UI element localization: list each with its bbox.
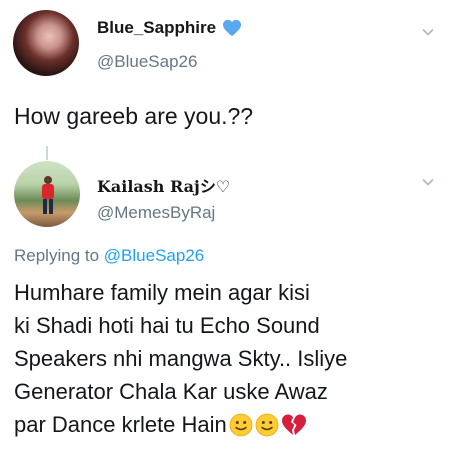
tweet-text-fragment: par Dance krlete Hain [14, 412, 227, 437]
display-name[interactable]: Blue_Sapphire [97, 18, 216, 38]
avatar[interactable] [14, 161, 80, 227]
chevron-down-icon[interactable] [420, 174, 436, 190]
tweet-text-line: Humhare family mein agar kisi [14, 280, 310, 305]
replying-to: Replying to @BlueSap26 [14, 246, 204, 266]
reply-tweet: Kailash Rajシ♡ @MemesByRaj Replying to @B… [0, 150, 450, 463]
chevron-down-icon[interactable] [420, 24, 436, 40]
original-tweet: Blue_Sapphire @BlueSap26 How gareeb are … [0, 0, 450, 150]
handle[interactable]: @BlueSap26 [97, 52, 197, 72]
avatar[interactable] [13, 10, 79, 76]
display-name-row[interactable]: Blue_Sapphire [97, 18, 242, 38]
tweet-text-line: Generator Chala Kar uske Awaz [14, 379, 328, 404]
heart-icon [223, 19, 242, 37]
tweet-text: Humhare family mein agar kisi ki Shadi h… [14, 276, 439, 441]
tweet-text-line: ki Shadi hoti hai tu Echo Sound [14, 313, 320, 338]
handle[interactable]: @MemesByRaj [97, 203, 215, 223]
mention-link[interactable]: @BlueSap26 [104, 246, 204, 265]
tweet-text-line: Speakers nhi mangwa Skty.. Isliye [14, 346, 348, 371]
slightly-smiling-face-icon [229, 413, 253, 437]
broken-heart-icon [281, 414, 306, 435]
tweet-text-line-last: par Dance krlete Hain [14, 408, 439, 441]
display-name-row[interactable]: Kailash Rajシ♡ [97, 173, 230, 197]
tweet-text: How gareeb are you.?? [14, 103, 254, 129]
display-name[interactable]: Kailash Rajシ♡ [97, 173, 230, 197]
slightly-smiling-face-icon [255, 413, 279, 437]
replying-label: Replying to [14, 246, 100, 265]
person-figure [42, 176, 54, 214]
